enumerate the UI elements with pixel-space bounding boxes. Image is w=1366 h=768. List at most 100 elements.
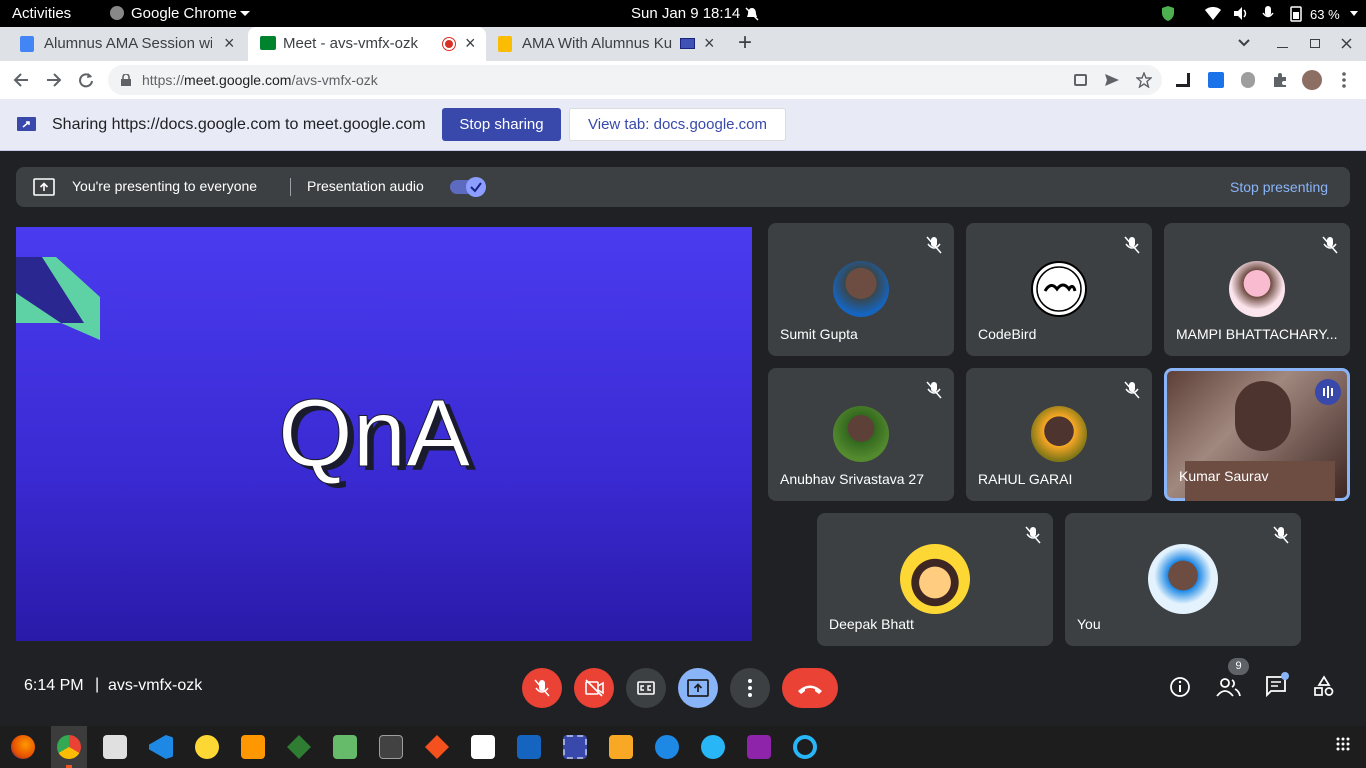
analytics-extension-icon[interactable]: [1176, 73, 1190, 87]
sync-icon[interactable]: [793, 735, 817, 759]
participant-tile[interactable]: Deepak Bhatt: [817, 513, 1053, 646]
dock: [0, 726, 1366, 768]
battery-icon[interactable]: [1290, 5, 1302, 22]
app-menu[interactable]: Google Chrome: [131, 5, 237, 22]
recording-indicator-icon: [443, 38, 455, 50]
sublime-icon[interactable]: [241, 735, 265, 759]
avatar[interactable]: [1302, 70, 1322, 90]
vim-icon[interactable]: [287, 735, 311, 759]
files-icon[interactable]: [103, 735, 127, 759]
url-path: /avs-vmfx-ozk: [291, 72, 378, 88]
system-menu-chevron-icon[interactable]: [1350, 11, 1358, 16]
avatar: [1031, 261, 1087, 317]
lock-icon[interactable]: [121, 74, 131, 86]
volume-icon[interactable]: [1233, 6, 1249, 21]
star-icon[interactable]: [1136, 72, 1152, 88]
restore-icon[interactable]: [1310, 39, 1320, 48]
tab-meet[interactable]: Meet - avs-vmfx-ozk ×: [248, 27, 486, 61]
people-count-badge: 9: [1228, 658, 1249, 675]
bug-extension-icon[interactable]: [1241, 72, 1255, 88]
participant-tile-speaking[interactable]: Kumar Saurav: [1164, 368, 1350, 501]
close-icon[interactable]: ×: [224, 33, 235, 54]
back-icon[interactable]: [13, 72, 29, 88]
reload-icon[interactable]: [78, 72, 94, 88]
avatar: [1229, 261, 1285, 317]
forward-icon[interactable]: [46, 72, 62, 88]
close-icon[interactable]: ×: [704, 33, 715, 54]
new-tab-button[interactable]: +: [738, 29, 752, 57]
tab-slides[interactable]: AMA With Alumnus Ku ×: [488, 27, 726, 61]
mic-toggle-button[interactable]: [522, 668, 562, 708]
participant-name: Kumar Saurav: [1179, 468, 1269, 484]
address-bar[interactable]: https://meet.google.com/avs-vmfx-ozk: [108, 65, 1162, 95]
casting-indicator-icon: [680, 38, 695, 49]
chevron-down-icon: [240, 11, 250, 16]
activities-icon[interactable]: [1313, 675, 1335, 697]
archive-icon[interactable]: [609, 735, 633, 759]
wifi-icon[interactable]: [1204, 6, 1222, 21]
avatar: [900, 544, 970, 614]
captions-button[interactable]: [626, 668, 666, 708]
participant-name: You: [1077, 616, 1101, 632]
screenshot-icon[interactable]: [563, 735, 587, 759]
puzzle-icon[interactable]: [1272, 72, 1288, 88]
videocam-off-icon: [585, 679, 604, 697]
text-editor-icon[interactable]: [471, 735, 495, 759]
chrome-icon[interactable]: [57, 735, 81, 759]
minimize-icon[interactable]: [1277, 47, 1288, 48]
participant-tile[interactable]: Sumit Gupta: [768, 223, 954, 356]
chat-unread-dot: [1281, 672, 1289, 680]
microphone-icon[interactable]: [1262, 5, 1274, 22]
participant-tile[interactable]: RAHUL GARAI: [966, 368, 1152, 501]
participant-tile[interactable]: You: [1065, 513, 1301, 646]
sharing-text: Sharing https://docs.google.com to meet.…: [52, 116, 426, 133]
document-icon[interactable]: [517, 735, 541, 759]
avatar: [1148, 544, 1218, 614]
stop-presenting-link[interactable]: Stop presenting: [1230, 179, 1328, 195]
pikachu-icon[interactable]: [195, 735, 219, 759]
participant-name: CodeBird: [978, 326, 1037, 342]
window-close-icon[interactable]: [1341, 38, 1352, 49]
avatar: [833, 261, 889, 317]
app-grid-icon[interactable]: [1336, 737, 1350, 751]
notifications-off-icon: [745, 7, 759, 21]
share-screen-icon: [17, 117, 36, 131]
participant-tile[interactable]: CodeBird: [966, 223, 1152, 356]
help-icon[interactable]: [655, 735, 679, 759]
participant-tile[interactable]: MAMPI BHATTACHARY...: [1164, 223, 1350, 356]
call-end-icon: [798, 685, 822, 694]
slide-title: QnA: [277, 380, 471, 488]
git-icon[interactable]: [425, 735, 449, 759]
tab-search-chevron-icon[interactable]: [1238, 39, 1250, 47]
more-vert-icon: [748, 679, 752, 697]
more-vert-icon[interactable]: [1342, 72, 1346, 88]
system-monitor-icon[interactable]: [379, 735, 403, 759]
activities-button[interactable]: Activities: [12, 5, 71, 22]
telegram-icon[interactable]: [701, 735, 725, 759]
video-player-icon[interactable]: [747, 735, 771, 759]
people-icon[interactable]: [1215, 676, 1241, 698]
vscode-icon[interactable]: [149, 735, 173, 759]
s-extension-icon[interactable]: [1208, 72, 1224, 88]
meeting-details-icon[interactable]: [1169, 676, 1191, 698]
presentation-audio-toggle[interactable]: [450, 177, 486, 197]
docs-favicon-icon: [20, 36, 34, 52]
firefox-icon[interactable]: [11, 735, 35, 759]
close-icon[interactable]: ×: [465, 33, 476, 54]
mic-off-icon: [1273, 526, 1289, 544]
view-tab-button[interactable]: View tab: docs.google.com: [569, 108, 786, 141]
tab-docs[interactable]: Alumnus AMA Session wi ×: [8, 27, 246, 61]
present-button[interactable]: [678, 668, 718, 708]
clock[interactable]: Sun Jan 9 18:14: [631, 5, 740, 22]
camera-toggle-button[interactable]: [574, 668, 614, 708]
more-options-button[interactable]: [730, 668, 770, 708]
tab-sharing-bar: Sharing https://docs.google.com to meet.…: [0, 99, 1366, 151]
stop-sharing-button[interactable]: Stop sharing: [442, 108, 561, 141]
participant-tile[interactable]: Anubhav Srivastava 27: [768, 368, 954, 501]
camera-blocked-icon[interactable]: [1074, 74, 1087, 86]
send-icon[interactable]: [1104, 73, 1120, 87]
leave-call-button[interactable]: [782, 668, 838, 708]
money-icon[interactable]: [333, 735, 357, 759]
shield-icon[interactable]: [1161, 5, 1175, 22]
mic-off-icon: [926, 236, 942, 254]
